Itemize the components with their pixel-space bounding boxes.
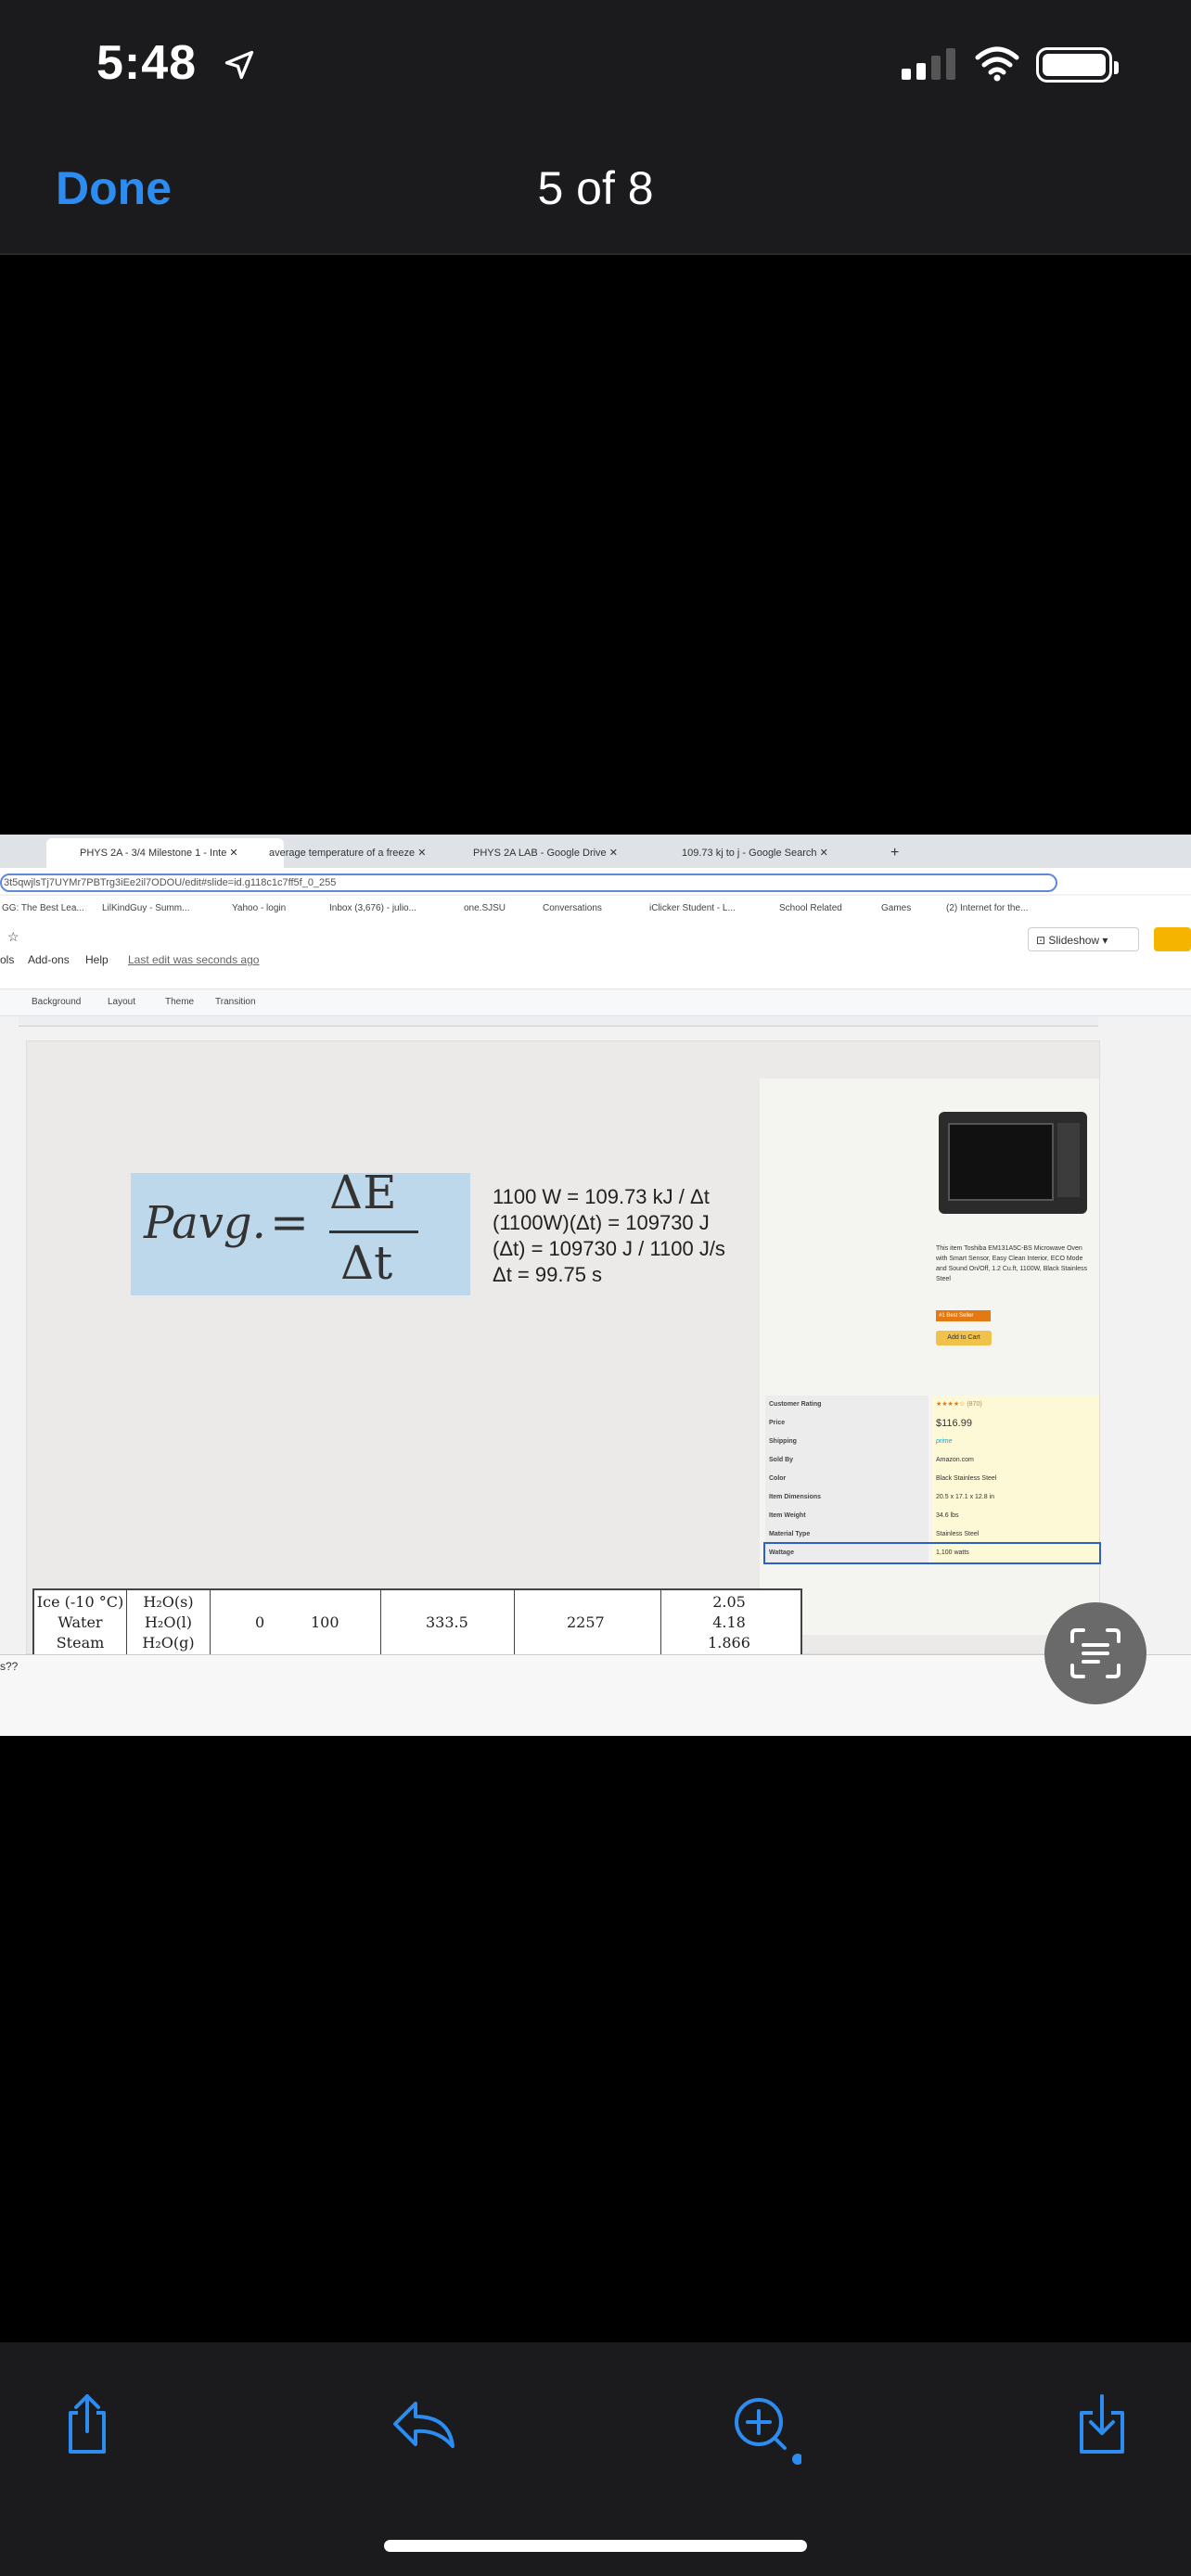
- background-button[interactable]: Background: [32, 997, 81, 1007]
- slides-toolbar: Background Layout Theme Transition: [0, 988, 1191, 1016]
- share-icon[interactable]: [54, 2391, 121, 2462]
- spec-row: Sold By Amazon.com: [765, 1451, 1099, 1470]
- microwave-product-image: This item Toshiba EM131A5C-BS Microwave …: [760, 1078, 1101, 1635]
- bookmark[interactable]: Inbox (3,676) - julio...: [329, 903, 416, 913]
- best-seller-badge: #1 Best Seller: [936, 1310, 991, 1321]
- formula-equals: =: [270, 1195, 309, 1249]
- spec-row: Shipping prime: [765, 1433, 1099, 1451]
- formula-denominator: Δt: [340, 1236, 393, 1290]
- spec-row: Material Type Stainless Steel: [765, 1525, 1099, 1544]
- spec-row: Price $116.99: [765, 1414, 1099, 1433]
- browser-tab[interactable]: PHYS 2A - 3/4 Milestone 1 - Inte ✕: [46, 838, 284, 868]
- download-icon[interactable]: [1069, 2391, 1135, 2462]
- bookmark[interactable]: iClicker Student - L...: [649, 903, 736, 913]
- browser-tab[interactable]: PHYS 2A LAB - Google Drive ✕: [473, 838, 659, 868]
- share-button[interactable]: [1154, 927, 1191, 951]
- photo-counter: 5 of 8: [537, 162, 654, 214]
- latent-vaporization-column: 2257: [515, 1590, 661, 1655]
- live-text-button[interactable]: [1044, 1602, 1146, 1704]
- bookmark[interactable]: Conversations: [543, 903, 602, 913]
- calc-line: Δt = 99.75 s: [493, 1263, 603, 1286]
- speaker-notes-text: s??: [0, 1660, 19, 1673]
- spec-row-wattage: Wattage 1,100 watts: [763, 1542, 1101, 1564]
- calc-line: (1100W)(Δt) = 109730 J: [493, 1211, 710, 1234]
- specific-heat-column: 2.05 4.18 1.866: [708, 1593, 750, 1651]
- product-description: This item Toshiba EM131A5C-BS Microwave …: [936, 1245, 1088, 1282]
- star-icon[interactable]: ☆: [7, 929, 19, 945]
- bookmark[interactable]: one.SJSU: [464, 903, 506, 913]
- status-time: 5:48: [96, 35, 256, 94]
- calc-line: (Δt) = 109730 J / 1100 J/s: [493, 1237, 725, 1260]
- speaker-notes-area[interactable]: [0, 1654, 1191, 1736]
- menu-help[interactable]: Help: [85, 953, 109, 966]
- formula-numerator: ΔE: [329, 1166, 397, 1219]
- bookmark[interactable]: GG: The Best Lea...: [2, 903, 84, 913]
- slideshow-button[interactable]: ⊡ Slideshow ▾: [1028, 927, 1139, 951]
- bookmark[interactable]: (2) Internet for the...: [946, 903, 1028, 913]
- menu-addons[interactable]: Add-ons: [28, 953, 70, 966]
- home-indicator[interactable]: [384, 2540, 807, 2552]
- cellular-signal-icon: [902, 48, 955, 80]
- wifi-icon: [974, 45, 1020, 86]
- url-field[interactable]: 3t5qwjlsTj7UYMr7PBTrg3iEe2il7ODOU/edit#s…: [0, 874, 1057, 892]
- calculation-textbox[interactable]: 1100 W = 109.73 kJ / Δt (1100W)(Δt) = 10…: [493, 1184, 725, 1288]
- microwave-picture: [939, 1112, 1087, 1214]
- temperature-column: 0 100: [211, 1590, 381, 1655]
- browser-tab[interactable]: 109.73 kj to j - Google Search ✕: [682, 838, 886, 868]
- battery-icon: [1036, 47, 1119, 83]
- bookmark[interactable]: School Related: [779, 903, 842, 913]
- transition-button[interactable]: Transition: [215, 997, 256, 1007]
- latent-fusion-column: 333.5: [381, 1590, 515, 1655]
- layout-button[interactable]: Layout: [108, 997, 135, 1007]
- browser-tab[interactable]: average temperature of a freeze ✕: [269, 838, 455, 868]
- header-divider: [0, 253, 1191, 255]
- spec-row: Item Weight 34.6 lbs: [765, 1507, 1099, 1525]
- viewer-header: 5:48 Done 5 of 8: [0, 0, 1191, 253]
- spec-row: Color Black Stainless Steel: [765, 1470, 1099, 1488]
- location-arrow-icon: [223, 38, 256, 94]
- screenshot-image: PHYS 2A - 3/4 Milestone 1 - Inte ✕ avera…: [0, 835, 1191, 1736]
- bookmark[interactable]: LilKindGuy - Summ...: [102, 903, 189, 913]
- time-text: 5:48: [96, 36, 198, 90]
- spec-row: Item Dimensions 20.5 x 17.1 x 12.8 in: [765, 1488, 1099, 1507]
- slide-canvas[interactable]: Pavg. = ΔE Δt 1100 W = 109.73 kJ / Δt (1…: [26, 1040, 1101, 1657]
- fraction-bar: [329, 1231, 418, 1233]
- horizontal-ruler: [19, 1016, 1098, 1027]
- add-to-cart-button: Add to Cart: [936, 1331, 992, 1345]
- spec-row: Customer Rating ★★★★☆ (870): [765, 1396, 1099, 1414]
- bookmarks-bar: GG: The Best Lea... LilKindGuy - Summ...…: [0, 896, 1191, 923]
- slides-menubar: ☆ ols Add-ons Help Last edit was seconds…: [0, 922, 1191, 988]
- phase-data-table: Ice (-10 °C) Water Steam H₂O(s) H₂O(l) H₂O(g…: [32, 1588, 802, 1657]
- state-column: Ice (-10 °C) Water Steam: [34, 1590, 127, 1655]
- calc-line: 1100 W = 109.73 kJ / Δt: [493, 1185, 710, 1208]
- formula-column: H₂O(s) H₂O(l) H₂O(g): [127, 1590, 211, 1655]
- zoom-in-icon[interactable]: [727, 2391, 803, 2469]
- address-bar-row: 3t5qwjlsTj7UYMr7PBTrg3iEe2il7ODOU/edit#s…: [0, 868, 1191, 894]
- formula-lhs: Pavg.: [144, 1197, 266, 1249]
- browser-tab-strip: PHYS 2A - 3/4 Milestone 1 - Inte ✕ avera…: [0, 835, 1191, 868]
- menu-tools[interactable]: ols: [0, 953, 14, 966]
- reply-icon[interactable]: [388, 2391, 458, 2462]
- new-tab-button[interactable]: +: [890, 838, 909, 868]
- theme-button[interactable]: Theme: [165, 997, 194, 1007]
- last-edit-link[interactable]: Last edit was seconds ago: [128, 953, 259, 966]
- power-formula-image: Pavg. = ΔE Δt: [131, 1166, 470, 1295]
- bookmark[interactable]: Yahoo - login: [232, 903, 286, 913]
- bookmark[interactable]: Games: [881, 903, 911, 913]
